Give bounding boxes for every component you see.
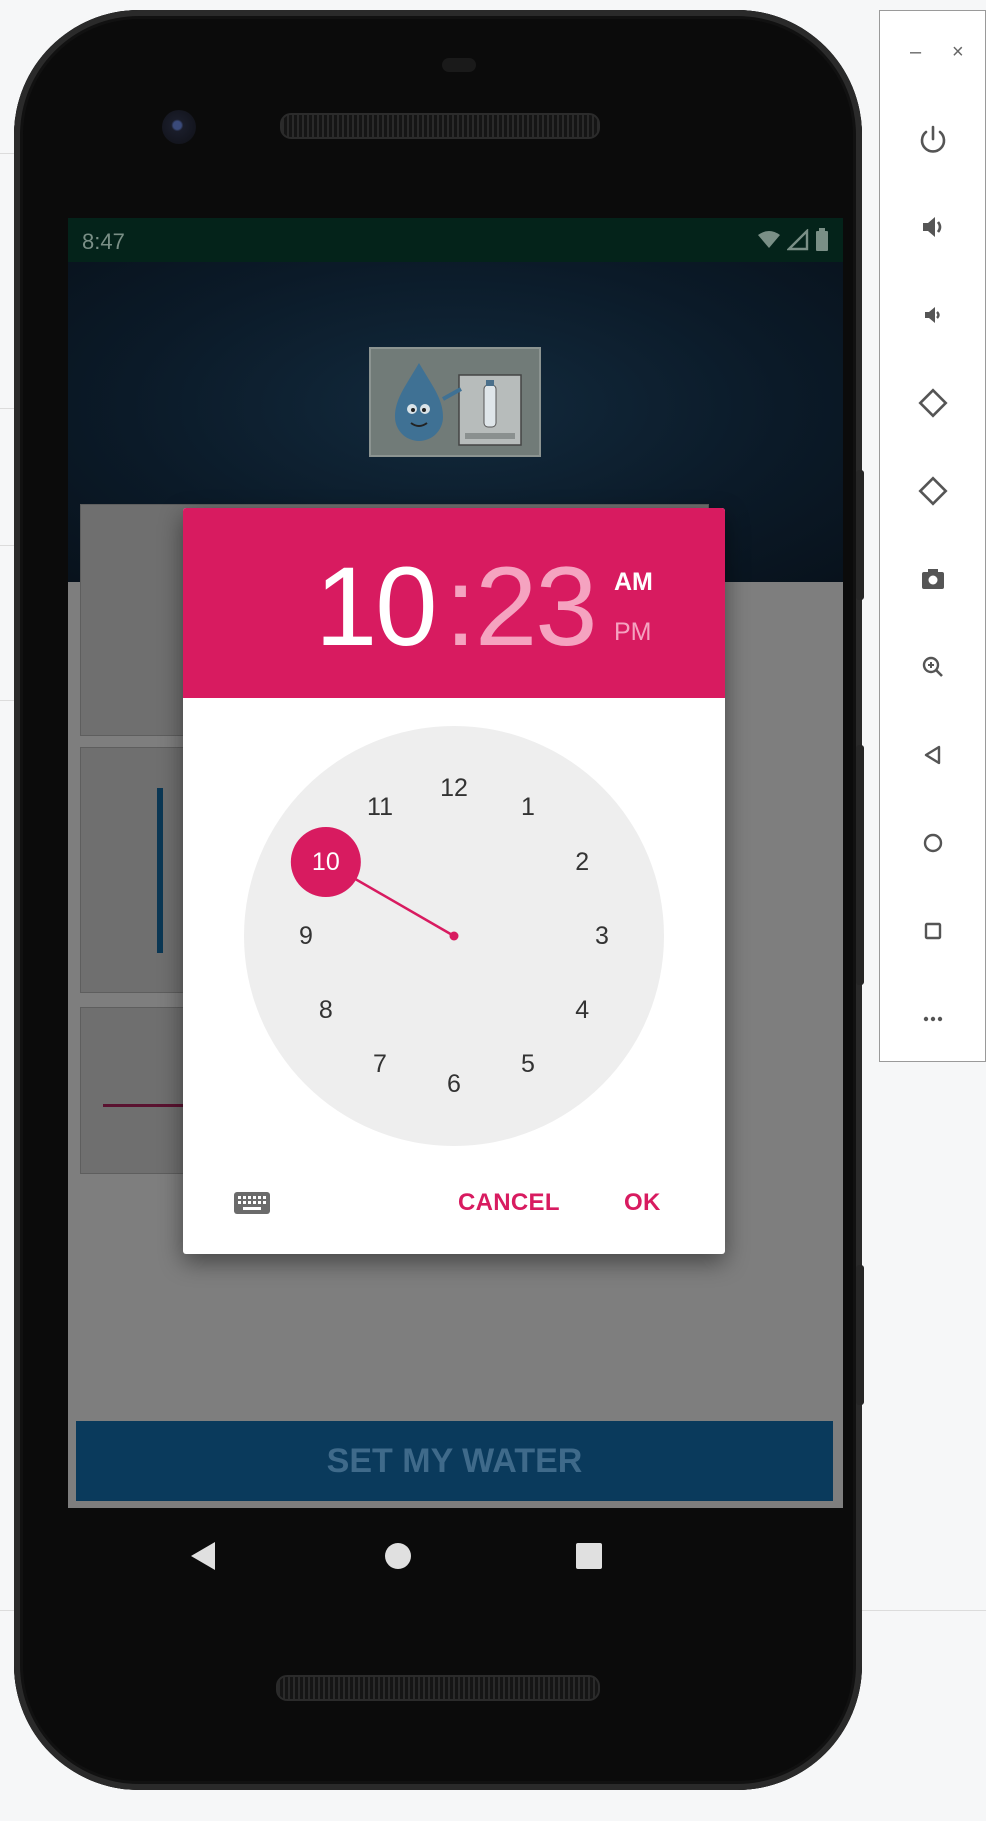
- clock-number-12[interactable]: 12: [429, 763, 479, 813]
- clock-number-6[interactable]: 6: [429, 1059, 479, 1109]
- pm-toggle[interactable]: PM: [614, 618, 652, 647]
- power-key: [856, 470, 864, 600]
- phone-frame: 8: 4 7 SET MY WATER 10: 23 AM PM 12 1 2 3…: [14, 10, 864, 1790]
- rotate-left-button[interactable]: [880, 373, 985, 433]
- clock-face[interactable]: 12 1 2 3 4 5 6 7 8 9 10 11: [244, 726, 664, 1146]
- power-button[interactable]: [880, 109, 985, 169]
- keyboard-icon: [234, 1192, 270, 1214]
- rotate-right-icon: [917, 476, 948, 506]
- water-drop-mascot-image: [371, 349, 539, 455]
- dialog-actions: CANCEL OK: [183, 1176, 725, 1236]
- rotate-left-icon: [917, 388, 948, 418]
- zoom-icon: [922, 656, 943, 677]
- device-screen: 8: 4 7 SET MY WATER 10: 23 AM PM 12 1 2 3…: [68, 218, 843, 1508]
- wifi-icon: [758, 231, 780, 248]
- time-picker-header: 10 : 23 AM PM: [183, 508, 725, 698]
- volume-up-icon: [922, 217, 941, 237]
- signal-icon: [787, 229, 809, 251]
- clock-number-5[interactable]: 5: [503, 1039, 553, 1089]
- emulator-side-panel: – ×: [879, 10, 986, 1062]
- back-icon: [924, 745, 940, 765]
- more-icon: [923, 1016, 942, 1022]
- battery-icon: [816, 228, 828, 251]
- status-bar: 8:47: [68, 218, 843, 262]
- card-image-edge: [157, 788, 163, 953]
- status-time: 8:47: [82, 229, 125, 254]
- sensor: [442, 58, 476, 72]
- am-toggle[interactable]: AM: [614, 568, 653, 597]
- overview-icon: [924, 922, 941, 940]
- app-logo: [369, 347, 541, 457]
- camera-icon: [921, 569, 944, 589]
- clock-number-11[interactable]: 11: [355, 783, 405, 833]
- minute-display[interactable]: 23: [475, 542, 598, 671]
- more-button[interactable]: [880, 989, 985, 1049]
- keyboard-toggle-button[interactable]: [233, 1188, 271, 1218]
- time-picker-dialog: 10 : 23 AM PM 121234567891011: [183, 508, 725, 1254]
- power-icon: [920, 125, 945, 153]
- cancel-button[interactable]: CANCEL: [458, 1189, 560, 1217]
- back-button[interactable]: [880, 725, 985, 785]
- volume-key: [856, 745, 864, 985]
- volume-up-button[interactable]: [880, 197, 985, 257]
- time-separator: :: [445, 544, 477, 669]
- nav-back-icon[interactable]: [185, 1538, 221, 1574]
- clock-number-4[interactable]: 4: [557, 985, 607, 1035]
- clock-number-8[interactable]: 8: [301, 985, 351, 1035]
- top-speaker: [280, 113, 600, 139]
- zoom-button[interactable]: [880, 637, 985, 697]
- volume-down-icon: [924, 307, 940, 323]
- clock-number-9[interactable]: 9: [281, 911, 331, 961]
- clock-number-3[interactable]: 3: [577, 911, 627, 961]
- close-icon[interactable]: ×: [952, 41, 964, 64]
- home-icon: [923, 833, 942, 853]
- bottom-speaker: [276, 1675, 600, 1701]
- navigation-bar: [68, 1508, 843, 1628]
- clock-number-7[interactable]: 7: [355, 1039, 405, 1089]
- screenshot-button[interactable]: [880, 549, 985, 609]
- home-button[interactable]: [880, 813, 985, 873]
- clock-center-dot: [449, 931, 459, 941]
- front-camera: [162, 110, 196, 144]
- clock-number-10[interactable]: 10: [301, 837, 351, 887]
- nav-home-icon[interactable]: [380, 1538, 416, 1574]
- set-my-water-button[interactable]: SET MY WATER: [76, 1421, 833, 1501]
- overview-button[interactable]: [880, 901, 985, 961]
- minimize-icon[interactable]: –: [910, 41, 921, 64]
- volume-down-button[interactable]: [880, 285, 985, 345]
- nav-recents-icon[interactable]: [571, 1538, 607, 1574]
- rotate-right-button[interactable]: [880, 461, 985, 521]
- side-key: [856, 1265, 864, 1405]
- clock-number-2[interactable]: 2: [557, 837, 607, 887]
- hour-display[interactable]: 10: [315, 542, 438, 671]
- status-icons: [757, 228, 829, 252]
- clock-number-1[interactable]: 1: [503, 783, 553, 833]
- ok-button[interactable]: OK: [624, 1189, 661, 1217]
